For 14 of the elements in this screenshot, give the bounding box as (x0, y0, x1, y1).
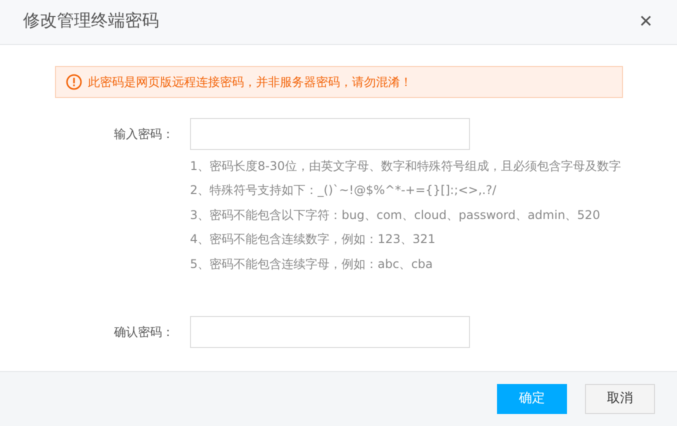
rule-text: 1、密码长度8-30位，由英文字母、数字和特殊符号组成，且必须包含字母及数字 (190, 158, 621, 175)
rule-text: 3、密码不能包含以下字符：bug、com、cloud、password、admin、520 (190, 206, 602, 224)
alert-text: 此密码是网页版远程连接密码，并非服务器密码，请勿混淆！ (88, 74, 412, 91)
field-label: 输入密码： (113, 126, 175, 143)
password-field[interactable] (190, 316, 470, 348)
close-button[interactable]: ✕ (634, 14, 657, 30)
rule-text: 2、特殊符号支持如下：_()`~!@$%^*-+={}[]:;<>,.?/ (190, 182, 498, 200)
password-field[interactable] (190, 118, 470, 150)
field-label: 确认密码： (113, 324, 175, 342)
dialog-title: 修改管理终端密码 (23, 10, 159, 34)
warning-icon (66, 74, 82, 90)
rule-text: 4、密码不能包含连续数字，例如：123、321 (190, 231, 436, 248)
rule-text: 5、密码不能包含连续字母，例如：abc、cba (190, 256, 434, 273)
cancel-button[interactable]: 取消 (585, 384, 655, 414)
